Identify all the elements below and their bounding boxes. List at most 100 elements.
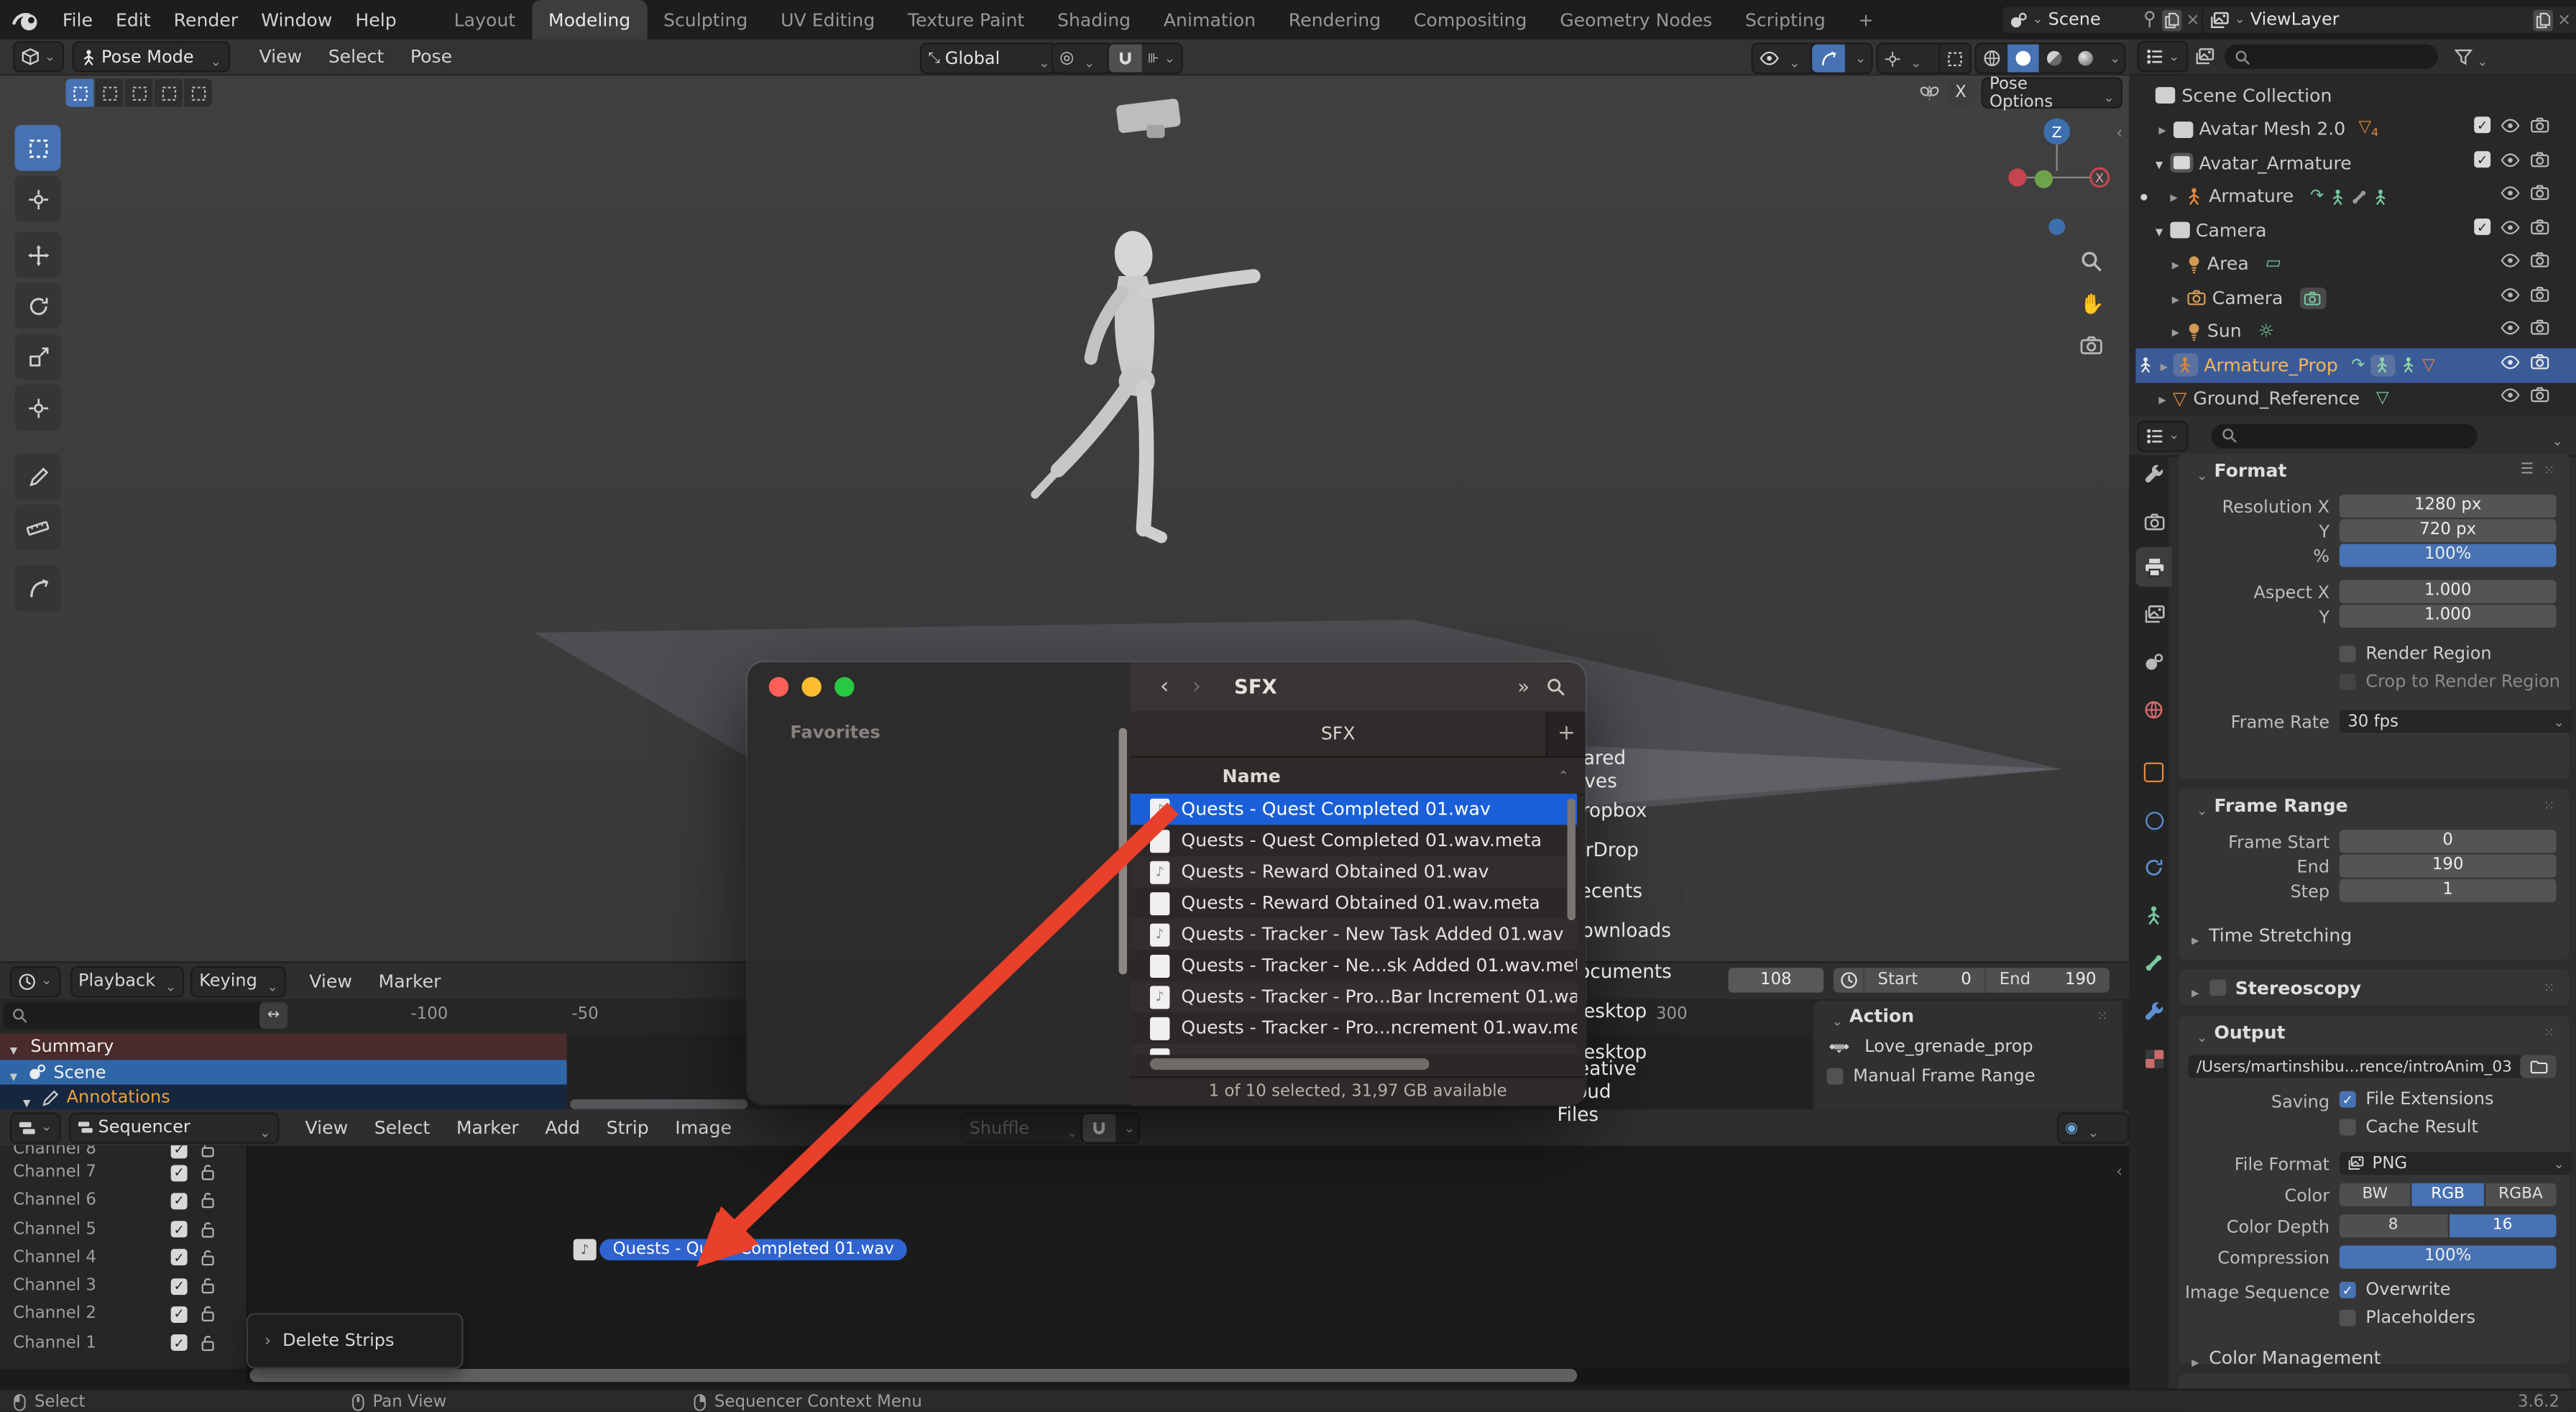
resolution-percent-slider[interactable]: 100% — [2339, 544, 2557, 567]
pivot-point-dropdown[interactable]: ◎ — [1051, 42, 1114, 74]
file-row[interactable]: ♪ Quests - Tracker - New Task Added 01.wa… — [1130, 918, 1578, 950]
tool-pose-breakdowner[interactable] — [14, 565, 61, 612]
tab-output[interactable] — [2135, 547, 2172, 587]
shading-rendered-icon[interactable] — [2070, 45, 2101, 73]
forward-icon[interactable]: › — [1192, 674, 1202, 700]
resolution-x-field[interactable]: 1280 px — [2339, 494, 2557, 517]
color-rgba-button[interactable]: RGBA — [2485, 1183, 2557, 1206]
more-toolbar-icon[interactable]: » — [1517, 675, 1530, 698]
overlays-dropdown-icon[interactable] — [1845, 52, 1872, 65]
panel-grip-icon[interactable]: ⁙ — [2544, 798, 2557, 813]
frame-rate-dropdown[interactable]: 30 fps — [2339, 710, 2573, 733]
panel-grip-icon[interactable]: ⁙ — [2544, 1024, 2557, 1040]
new-tab-button[interactable]: + — [1545, 711, 1586, 756]
tab-sculpting[interactable]: Sculpting — [647, 0, 764, 40]
tab-view-layer[interactable] — [2135, 595, 2171, 634]
tab-tool[interactable] — [2135, 454, 2171, 493]
snap-dropdown-icon[interactable] — [1116, 1122, 1138, 1134]
channel-row-7[interactable]: Channel 7 — [0, 1158, 247, 1186]
tool-move[interactable] — [14, 231, 61, 278]
scene-name[interactable]: Scene — [2048, 10, 2137, 29]
editor-type-button[interactable] — [13, 41, 64, 73]
select-intersect-icon[interactable] — [183, 78, 212, 107]
file-row[interactable]: ♪ Quests - Reward Obtained 01.wav — [1130, 856, 1578, 888]
render-camera-icon[interactable] — [2530, 151, 2549, 168]
sidebar-scrollbar[interactable] — [1118, 728, 1127, 975]
channel-mute-checkbox[interactable] — [170, 1193, 188, 1209]
viewport-camera-icon[interactable] — [2080, 335, 2103, 354]
properties-search-input[interactable] — [2210, 423, 2478, 448]
start-field[interactable]: Start 0 — [1862, 968, 1984, 993]
hide-eye-icon[interactable] — [2501, 152, 2520, 167]
hide-eye-icon[interactable] — [2501, 185, 2520, 200]
add-workspace-button[interactable]: + — [1842, 0, 1890, 40]
tool-select-box[interactable] — [14, 124, 61, 171]
xray-toggle-icon[interactable] — [1938, 42, 1972, 74]
snap-magnet-icon[interactable] — [1108, 44, 1142, 73]
hide-eye-icon[interactable] — [2501, 219, 2520, 234]
sequencer-menu-strip[interactable]: Strip — [593, 1117, 662, 1138]
transform-orientation-dropdown[interactable]: ⤡ Global — [919, 42, 1058, 74]
panel-output-title[interactable]: Output — [2214, 1022, 2285, 1043]
tab-uv-editing[interactable]: UV Editing — [764, 0, 891, 40]
exclude-checkbox[interactable] — [2474, 116, 2491, 134]
dopesheet-row-annotations[interactable]: Annotations — [0, 1085, 567, 1111]
tab-bone-constraints[interactable] — [2135, 991, 2171, 1030]
menu-render[interactable]: Render — [162, 9, 250, 31]
file-row[interactable]: Quests - Tracker - Ne...sk Added 01.wav.… — [1130, 950, 1578, 981]
finder-h-scrollbar[interactable] — [1149, 1058, 1430, 1070]
filter-funnel-icon[interactable] — [2454, 47, 2472, 65]
hide-eye-icon[interactable] — [2501, 387, 2520, 402]
render-camera-icon[interactable] — [2530, 219, 2549, 235]
render-camera-icon[interactable] — [2530, 184, 2549, 201]
channel-row-2[interactable]: Channel 2 — [0, 1301, 247, 1329]
render-camera-icon[interactable] — [2530, 318, 2549, 335]
sequencer-overlays-dropdown[interactable]: ◉ — [2056, 1112, 2130, 1144]
channel-mute-checkbox[interactable] — [170, 1249, 188, 1266]
compression-slider[interactable]: 100% — [2339, 1245, 2557, 1268]
channel-row-1[interactable]: Channel 1 — [0, 1329, 247, 1357]
render-camera-icon[interactable] — [2530, 286, 2549, 303]
mirror-butterfly-icon[interactable] — [1919, 84, 1941, 102]
dopesheet-row-scene[interactable]: Scene — [0, 1059, 567, 1086]
playback-dropdown[interactable]: Playback — [70, 965, 185, 997]
timeline-menu-marker[interactable]: Marker — [365, 971, 454, 992]
audio-strip[interactable]: ♪ Quests - Quest Completed 01.wav — [573, 1239, 908, 1261]
tab-compositing[interactable]: Compositing — [1397, 0, 1543, 40]
sequencer-h-scrollbar[interactable] — [246, 1367, 2130, 1384]
navigation-gizmo[interactable]: Z X — [2001, 105, 2112, 253]
select-subtract-icon[interactable] — [124, 78, 153, 107]
frame-start-field[interactable]: 0 — [2339, 830, 2557, 853]
viewport-menu-pose[interactable]: Pose — [397, 46, 466, 68]
depth-16-button[interactable]: 16 — [2448, 1214, 2557, 1237]
viewport-pan-icon[interactable]: ✋ — [2080, 293, 2104, 316]
aspect-y-field[interactable]: 1.000 — [2339, 605, 2557, 627]
hide-eye-icon[interactable] — [2501, 252, 2520, 267]
tab-animation[interactable]: Animation — [1147, 0, 1272, 40]
dopesheet-row-summary[interactable]: Summary — [0, 1033, 567, 1060]
channel-mute-checkbox[interactable] — [170, 1145, 188, 1158]
remove-viewlayer-icon[interactable]: × — [2557, 11, 2571, 29]
channel-mute-checkbox[interactable] — [170, 1278, 188, 1295]
unlink-scene-icon[interactable]: × — [2186, 11, 2199, 29]
file-row-selected[interactable]: ♪ Quests - Quest Completed 01.wav — [1130, 793, 1578, 825]
snap-settings-icon[interactable]: ⊪ — [1142, 51, 1182, 66]
color-rgb-button[interactable]: RGB — [2412, 1183, 2484, 1206]
tool-cursor[interactable] — [14, 175, 61, 222]
tab-texture-paint[interactable]: Texture Paint — [891, 0, 1041, 40]
viewport-menu-select[interactable]: Select — [315, 46, 397, 68]
menu-window[interactable]: Window — [249, 9, 344, 31]
file-row[interactable]: ♪ Quests - Tracker - Pro...Bar Increment … — [1130, 981, 1578, 1012]
sequencer-menu-add[interactable]: Add — [532, 1117, 593, 1138]
channel-row-6[interactable]: Channel 6 — [0, 1187, 247, 1215]
channel-row-3[interactable]: Channel 3 — [0, 1272, 247, 1300]
finder-tab[interactable]: SFX — [1130, 711, 1546, 756]
timeline-editor-button[interactable] — [9, 965, 60, 997]
tab-geometry-nodes[interactable]: Geometry Nodes — [1543, 0, 1729, 40]
color-bw-button[interactable]: BW — [2339, 1183, 2411, 1206]
tool-rotate[interactable] — [14, 283, 61, 329]
new-scene-icon[interactable] — [2161, 9, 2181, 31]
crop-region-checkbox[interactable] — [2339, 674, 2356, 690]
panel-grip-icon[interactable]: ⁙ — [2097, 1008, 2110, 1023]
new-viewlayer-icon[interactable] — [2532, 9, 2553, 31]
